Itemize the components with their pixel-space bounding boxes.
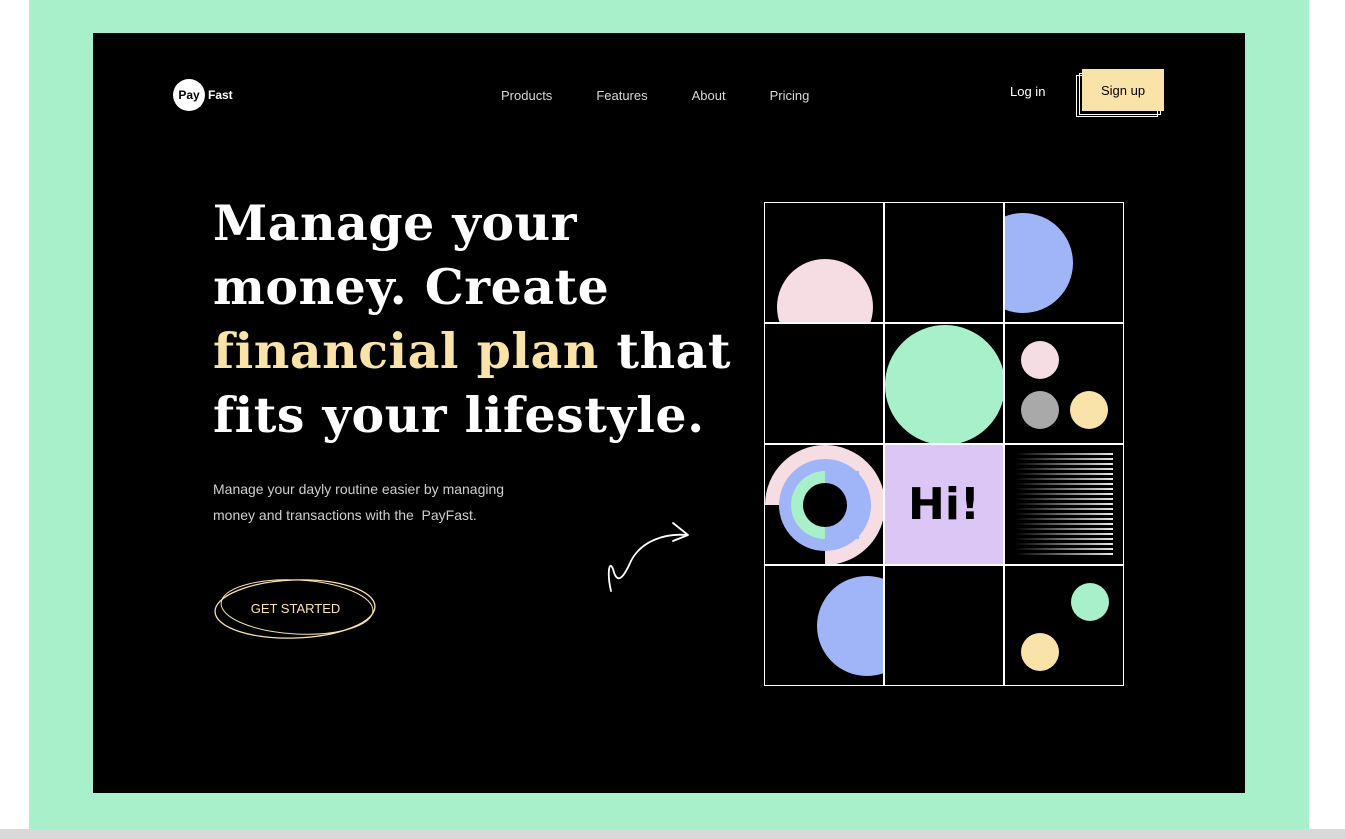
logo-text: Fast [208,88,233,102]
logo-mark: Pay [173,79,205,111]
landing-page: Pay Fast Products Features About Pricing… [93,33,1245,793]
rings-shape [765,445,883,564]
tile-empty [884,202,1004,323]
login-link[interactable]: Log in [1010,84,1045,99]
signup-group: Sign up [1076,69,1166,117]
payfast-logo[interactable]: Pay Fast [173,79,233,111]
headline-line: fits your lifestyle. [213,386,705,444]
headline-text: that [598,322,732,380]
tile-pink-semicircle [764,202,884,323]
nav-pricing[interactable]: Pricing [770,88,810,103]
get-started-button[interactable]: GET STARTED [213,573,378,643]
nav-features[interactable]: Features [596,88,647,103]
tile-hi: Hi! [884,444,1004,565]
tile-empty [764,323,884,444]
signup-button[interactable]: Sign up [1082,69,1164,111]
tile-mint-circle [884,323,1004,444]
headline-line: money. Create [213,258,610,316]
nav-products[interactable]: Products [501,88,552,103]
tile-rings [764,444,884,565]
curved-arrow-icon [607,522,689,592]
two-dots-shape [1021,583,1109,671]
headline-line: financial plan that [213,319,773,383]
stripes-shape [1015,453,1113,555]
get-started-label: GET STARTED [250,600,341,616]
blue-circle-shape [817,576,883,676]
main-nav: Products Features About Pricing [501,88,853,103]
headline-line: Manage your [213,194,577,252]
hero-subtitle: Manage your dayly routine easier by mana… [213,476,593,528]
tile-dots [1004,323,1124,444]
pink-circle-shape [777,259,873,322]
subtitle-line: money and transactions with the PayFast. [213,507,477,523]
blue-circle-shape [1005,213,1073,313]
tile-stripes [1004,444,1124,565]
hero-headline: Manage your money. Create financial plan… [213,191,773,447]
headline-highlight: financial plan [213,322,599,380]
subtitle-line: Manage your dayly routine easier by mana… [213,481,505,497]
tile-blue-half-circle [1004,202,1124,323]
tile-empty [884,565,1004,686]
window-bottom-bar [0,829,1345,839]
nav-about[interactable]: About [692,88,726,103]
illustration-grid: Hi! [764,202,1125,688]
tile-blue-half-circle [764,565,884,686]
dots-shape [1021,341,1108,429]
tile-two-dots [1004,565,1124,686]
mint-circle-shape [885,325,1003,443]
